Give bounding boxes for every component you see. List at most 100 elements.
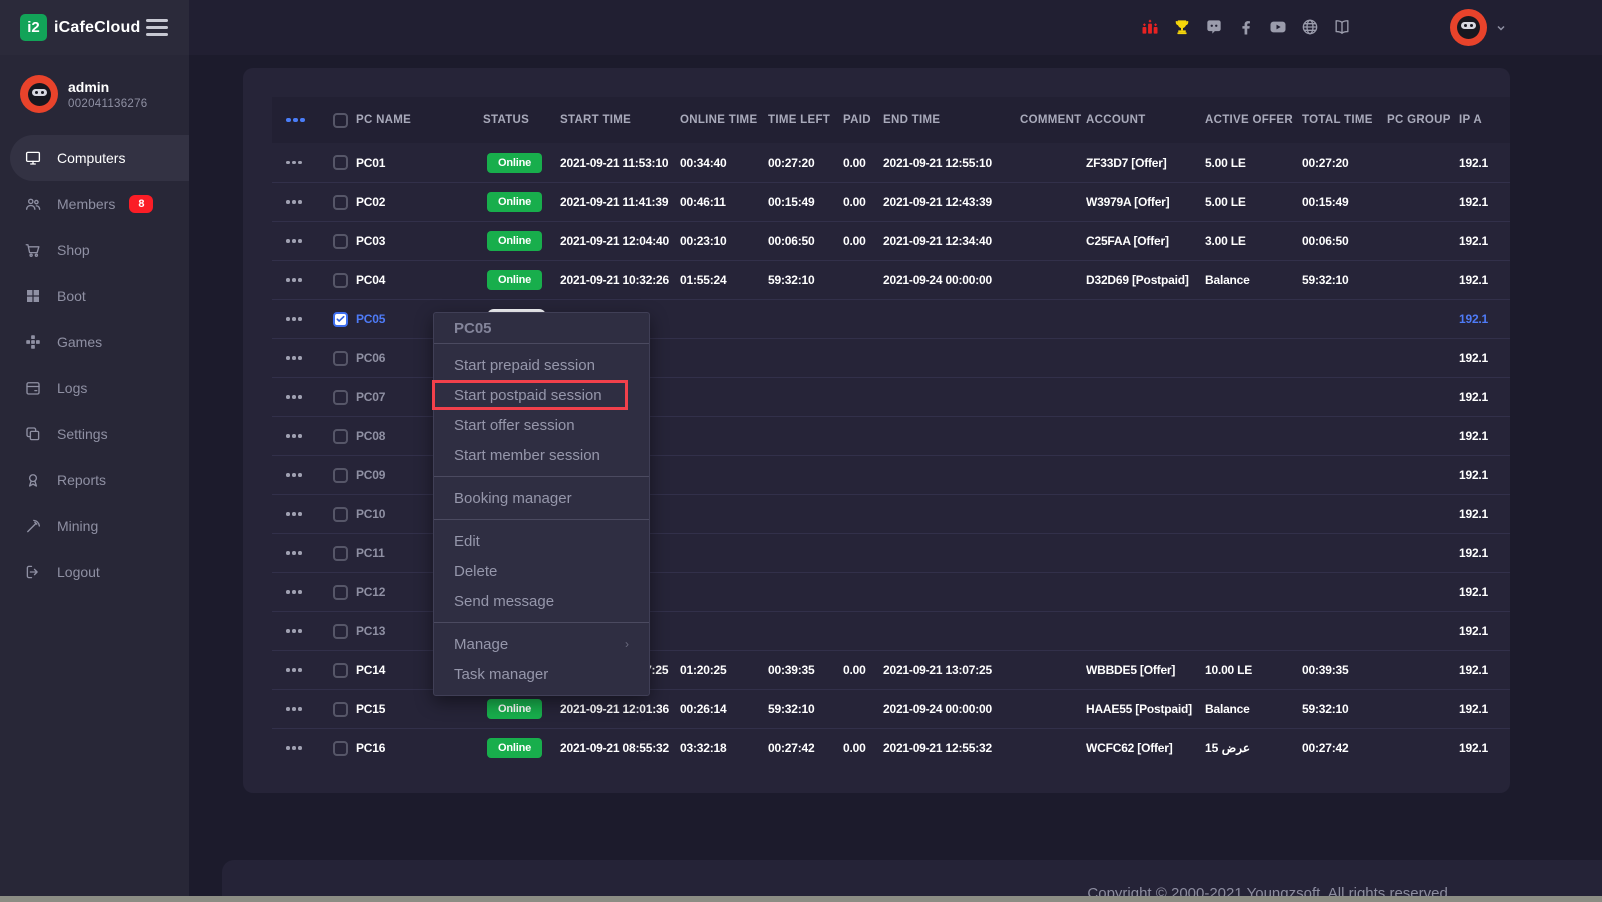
sidebar-item-settings[interactable]: Settings xyxy=(0,411,189,457)
menu-item-start-postpaid-session[interactable]: Start postpaid session xyxy=(434,380,649,410)
more-actions-icon[interactable] xyxy=(286,434,302,438)
monitor-icon xyxy=(24,149,42,167)
pc-name[interactable]: PC15 xyxy=(356,702,483,716)
status-badge: Online xyxy=(487,270,542,290)
menu-item-booking-manager[interactable]: Booking manager xyxy=(434,483,649,513)
start-time-cell: 2021-09-21 12:01:36 xyxy=(560,702,680,716)
youtube-icon[interactable] xyxy=(1268,17,1288,37)
horizontal-scrollbar[interactable] xyxy=(0,896,1602,902)
row-checkbox[interactable] xyxy=(333,585,348,600)
ninja-icon xyxy=(28,83,51,106)
ip-address-cell: 192.1 xyxy=(1459,273,1510,287)
row-checkbox[interactable] xyxy=(333,546,348,561)
more-actions-icon[interactable] xyxy=(286,707,302,711)
select-all-checkbox[interactable] xyxy=(333,113,348,128)
row-checkbox[interactable] xyxy=(333,702,348,717)
pc-name[interactable]: PC03 xyxy=(356,234,483,248)
menu-item-delete[interactable]: Delete xyxy=(434,556,649,586)
globe-icon[interactable] xyxy=(1300,17,1320,37)
paid-cell: 0.00 xyxy=(843,741,883,755)
row-checkbox[interactable] xyxy=(333,741,348,756)
active-offer-cell: 10.00 LE xyxy=(1205,663,1302,677)
row-checkbox[interactable] xyxy=(333,195,348,210)
more-actions-icon[interactable] xyxy=(286,317,302,321)
trophy-icon[interactable] xyxy=(1172,17,1192,37)
row-checkbox[interactable] xyxy=(333,663,348,678)
row-checkbox[interactable] xyxy=(333,234,348,249)
more-actions-icon[interactable] xyxy=(286,161,302,165)
menu-item-manage[interactable]: Manage› xyxy=(434,629,649,659)
more-actions-icon[interactable] xyxy=(286,118,305,123)
sidebar-item-members[interactable]: Members8 xyxy=(0,181,189,227)
more-actions-icon[interactable] xyxy=(286,746,302,750)
more-actions-icon[interactable] xyxy=(286,473,302,477)
menu-item-start-offer-session[interactable]: Start offer session xyxy=(434,410,649,440)
menu-item-start-prepaid-session[interactable]: Start prepaid session xyxy=(434,350,649,380)
sidebar-item-logout[interactable]: Logout xyxy=(0,549,189,595)
more-actions-icon[interactable] xyxy=(286,551,302,555)
members-icon xyxy=(24,195,42,213)
sidebar-item-logs[interactable]: Logs xyxy=(0,365,189,411)
more-actions-icon[interactable] xyxy=(286,356,302,360)
row-checkbox[interactable] xyxy=(333,273,348,288)
more-actions-icon[interactable] xyxy=(286,629,302,633)
row-checkbox[interactable] xyxy=(333,507,348,522)
row-checkbox[interactable] xyxy=(333,624,348,639)
row-checkbox[interactable] xyxy=(333,351,348,366)
more-actions-icon[interactable] xyxy=(286,668,302,672)
column-header-time_left: TIME LEFT xyxy=(768,114,843,126)
facebook-icon[interactable] xyxy=(1236,17,1256,37)
cart-icon xyxy=(24,241,42,259)
top-bar: i2 iCafeCloud xyxy=(0,0,1602,55)
more-actions-icon[interactable] xyxy=(286,512,302,516)
more-actions-icon[interactable] xyxy=(286,239,302,243)
sidebar-toggle-button[interactable] xyxy=(146,19,168,36)
time-left-cell: 00:06:50 xyxy=(768,234,843,248)
row-checkbox[interactable] xyxy=(333,155,348,170)
more-actions-icon[interactable] xyxy=(286,200,302,204)
sidebar-item-shop[interactable]: Shop xyxy=(0,227,189,273)
menu-item-send-message[interactable]: Send message xyxy=(434,586,649,616)
discord-icon[interactable] xyxy=(1204,17,1224,37)
status-cell: Online xyxy=(483,231,560,251)
row-checkbox-cell xyxy=(325,195,356,210)
menu-item-start-member-session[interactable]: Start member session xyxy=(434,440,649,470)
row-checkbox-cell xyxy=(325,546,356,561)
row-checkbox[interactable] xyxy=(333,390,348,405)
ip-address-cell: 192.1 xyxy=(1459,312,1510,326)
pc-name[interactable]: PC04 xyxy=(356,273,483,287)
time-left-cell: 00:27:42 xyxy=(768,741,843,755)
menu-item-edit[interactable]: Edit xyxy=(434,526,649,556)
pc-name[interactable]: PC01 xyxy=(356,156,483,170)
sidebar-item-games[interactable]: Games xyxy=(0,319,189,365)
sidebar-item-mining[interactable]: Mining xyxy=(0,503,189,549)
menu-item-label: Manage xyxy=(454,636,508,653)
more-actions-icon[interactable] xyxy=(286,278,302,282)
ranking-icon[interactable] xyxy=(1140,17,1160,37)
row-checkbox-cell xyxy=(325,585,356,600)
sidebar-item-computers[interactable]: Computers xyxy=(10,135,189,181)
table-row: PC16Online2021-09-21 08:55:3203:32:1800:… xyxy=(272,728,1510,767)
status-cell: Online xyxy=(483,192,560,212)
pc-name[interactable]: PC02 xyxy=(356,195,483,209)
row-checkbox-cell xyxy=(325,468,356,483)
guide-icon[interactable] xyxy=(1332,17,1352,37)
row-actions-cell xyxy=(272,239,325,243)
user-menu-button[interactable] xyxy=(1450,9,1507,46)
row-checkbox[interactable] xyxy=(333,312,348,327)
start-time-cell: 2021-09-21 10:32:26 xyxy=(560,273,680,287)
row-checkbox[interactable] xyxy=(333,429,348,444)
sidebar-item-reports[interactable]: Reports xyxy=(0,457,189,503)
account-cell: W3979A [Offer] xyxy=(1086,195,1205,209)
row-actions-cell xyxy=(272,512,325,516)
column-header-start_time: START TIME xyxy=(560,114,680,126)
more-actions-icon[interactable] xyxy=(286,590,302,594)
sidebar-item-boot[interactable]: Boot xyxy=(0,273,189,319)
row-checkbox[interactable] xyxy=(333,468,348,483)
more-actions-icon[interactable] xyxy=(286,395,302,399)
row-actions-cell xyxy=(272,395,325,399)
online-time-cell: 01:55:24 xyxy=(680,273,768,287)
pc-name[interactable]: PC16 xyxy=(356,741,483,755)
ip-address-cell: 192.1 xyxy=(1459,585,1510,599)
menu-item-task-manager[interactable]: Task manager xyxy=(434,659,649,689)
